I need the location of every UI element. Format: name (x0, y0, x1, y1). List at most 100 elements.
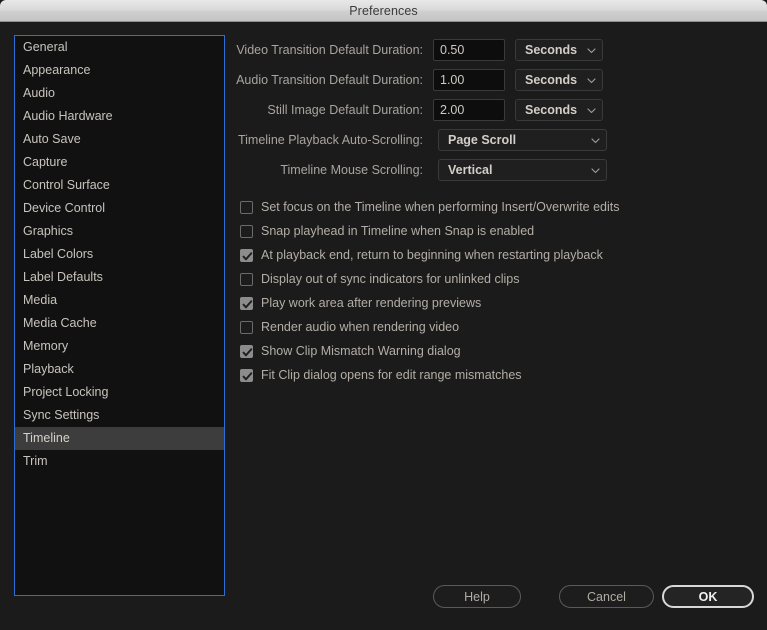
checkbox-row[interactable]: Play work area after rendering previews (236, 291, 757, 315)
checkbox-unchecked-icon[interactable] (240, 273, 253, 286)
ok-button[interactable]: OK (662, 585, 754, 608)
sidebar-item-label: Auto Save (23, 132, 81, 146)
scrolling-select-value: Vertical (448, 163, 585, 177)
sidebar-item-label: Trim (23, 454, 48, 468)
preferences-category-list[interactable]: General Appearance Audio Audio Hardware Auto… (14, 35, 225, 596)
sidebar-item-control-surface[interactable]: Control Surface (15, 174, 224, 197)
sidebar-item-label: Project Locking (23, 385, 108, 399)
sidebar-item-label: Label Defaults (23, 270, 103, 284)
sidebar-item-label: Appearance (23, 63, 90, 77)
checkbox-checked-icon[interactable] (240, 345, 253, 358)
checkbox-checked-icon[interactable] (240, 369, 253, 382)
checkbox-unchecked-icon[interactable] (240, 225, 253, 238)
sidebar-item-device-control[interactable]: Device Control (15, 197, 224, 220)
checkbox-row[interactable]: At playback end, return to beginning whe… (236, 243, 757, 267)
help-button[interactable]: Help (433, 585, 521, 608)
chevron-down-icon (587, 106, 596, 115)
checkbox-label: Show Clip Mismatch Warning dialog (261, 344, 461, 358)
checkbox-checked-icon[interactable] (240, 249, 253, 262)
scrolling-field-group: Timeline Playback Auto-Scrolling: Page Sc… (236, 125, 757, 185)
checkbox-label: Play work area after rendering previews (261, 296, 481, 310)
duration-unit-value: Seconds (525, 103, 581, 117)
sidebar-item-label: Memory (23, 339, 68, 353)
sidebar-item-label-colors[interactable]: Label Colors (15, 243, 224, 266)
duration-input[interactable] (433, 39, 505, 61)
duration-unit-select[interactable]: Seconds (515, 39, 603, 61)
checkbox-unchecked-icon[interactable] (240, 321, 253, 334)
scrolling-select[interactable]: Vertical (438, 159, 607, 181)
checkbox-row[interactable]: Render audio when rendering video (236, 315, 757, 339)
checkbox-row[interactable]: Set focus on the Timeline when performin… (236, 195, 757, 219)
checkbox-row[interactable]: Fit Clip dialog opens for edit range mis… (236, 363, 757, 387)
sidebar-item-label: Timeline (23, 431, 70, 445)
checkbox-label: Fit Clip dialog opens for edit range mis… (261, 368, 522, 382)
checkbox-label: At playback end, return to beginning whe… (261, 248, 603, 262)
sidebar-item-graphics[interactable]: Graphics (15, 220, 224, 243)
preferences-dialog-body: General Appearance Audio Audio Hardware Auto… (0, 23, 767, 630)
chevron-down-icon (591, 136, 600, 145)
field-label: Still Image Default Duration: (236, 103, 433, 117)
sidebar-item-label: Audio (23, 86, 55, 100)
sidebar-item-label: Graphics (23, 224, 73, 238)
chevron-down-icon (587, 76, 596, 85)
sidebar-item-label: Control Surface (23, 178, 110, 192)
field-label: Timeline Mouse Scrolling: (236, 163, 433, 177)
checkbox-row[interactable]: Show Clip Mismatch Warning dialog (236, 339, 757, 363)
sidebar-item-media-cache[interactable]: Media Cache (15, 312, 224, 335)
sidebar-item-media[interactable]: Media (15, 289, 224, 312)
sidebar-item-label: General (23, 40, 67, 54)
cancel-button[interactable]: Cancel (559, 585, 654, 608)
dialog-footer: Help Cancel OK (0, 574, 767, 630)
checkbox-label: Set focus on the Timeline when performin… (261, 200, 620, 214)
duration-input[interactable] (433, 69, 505, 91)
duration-unit-value: Seconds (525, 43, 581, 57)
window-title: Preferences (349, 4, 418, 18)
sidebar-item-project-locking[interactable]: Project Locking (15, 381, 224, 404)
sidebar-item-label: Media Cache (23, 316, 97, 330)
sidebar-item-general[interactable]: General (15, 36, 224, 59)
chevron-down-icon (591, 166, 600, 175)
duration-unit-value: Seconds (525, 73, 581, 87)
sidebar-item-sync-settings[interactable]: Sync Settings (15, 404, 224, 427)
field-label: Timeline Playback Auto-Scrolling: (236, 133, 433, 147)
duration-unit-select[interactable]: Seconds (515, 69, 603, 91)
sidebar-item-capture[interactable]: Capture (15, 151, 224, 174)
sidebar-item-audio[interactable]: Audio (15, 82, 224, 105)
checkbox-label: Render audio when rendering video (261, 320, 459, 334)
duration-unit-select[interactable]: Seconds (515, 99, 603, 121)
sidebar-item-label: Playback (23, 362, 74, 376)
timeline-options-checkbox-group: Set focus on the Timeline when performin… (236, 195, 757, 387)
sidebar-item-label: Sync Settings (23, 408, 99, 422)
field-label: Audio Transition Default Duration: (236, 73, 433, 87)
checkbox-checked-icon[interactable] (240, 297, 253, 310)
sidebar-item-playback[interactable]: Playback (15, 358, 224, 381)
scrolling-select-value: Page Scroll (448, 133, 585, 147)
scrolling-field-row: Timeline Playback Auto-Scrolling: Page Sc… (236, 125, 757, 155)
checkbox-row[interactable]: Display out of sync indicators for unlin… (236, 267, 757, 291)
scrolling-field-row: Timeline Mouse Scrolling: Vertical (236, 155, 757, 185)
sidebar-item-label: Audio Hardware (23, 109, 113, 123)
field-label: Video Transition Default Duration: (236, 43, 433, 57)
chevron-down-icon (587, 46, 596, 55)
sidebar-item-label: Media (23, 293, 57, 307)
sidebar-item-label: Label Colors (23, 247, 93, 261)
timeline-preferences-panel: Video Transition Default Duration: Second… (236, 35, 757, 570)
sidebar-item-label-defaults[interactable]: Label Defaults (15, 266, 224, 289)
window-titlebar: Preferences (0, 0, 767, 22)
sidebar-item-timeline[interactable]: Timeline (15, 427, 224, 450)
duration-input[interactable] (433, 99, 505, 121)
duration-field-row: Still Image Default Duration: Seconds (236, 95, 757, 125)
checkbox-row[interactable]: Snap playhead in Timeline when Snap is e… (236, 219, 757, 243)
scrolling-select[interactable]: Page Scroll (438, 129, 607, 151)
checkbox-label: Snap playhead in Timeline when Snap is e… (261, 224, 534, 238)
sidebar-item-auto-save[interactable]: Auto Save (15, 128, 224, 151)
sidebar-item-audio-hardware[interactable]: Audio Hardware (15, 105, 224, 128)
checkbox-unchecked-icon[interactable] (240, 201, 253, 214)
sidebar-item-memory[interactable]: Memory (15, 335, 224, 358)
sidebar-item-label: Device Control (23, 201, 105, 215)
sidebar-item-label: Capture (23, 155, 67, 169)
sidebar-item-appearance[interactable]: Appearance (15, 59, 224, 82)
duration-field-group: Video Transition Default Duration: Second… (236, 35, 757, 125)
duration-field-row: Audio Transition Default Duration: Second… (236, 65, 757, 95)
sidebar-item-trim[interactable]: Trim (15, 450, 224, 473)
